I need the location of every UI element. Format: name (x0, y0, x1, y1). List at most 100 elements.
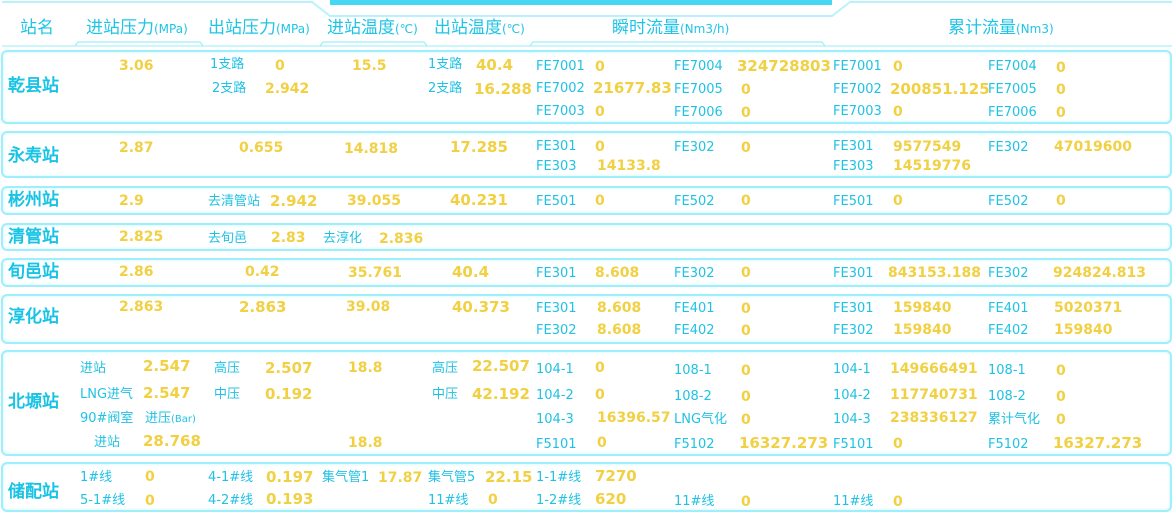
flow-value: 16327.273 (739, 434, 829, 452)
flow-value: 0 (741, 323, 751, 339)
line-label: 1#线 (80, 470, 113, 485)
flow-label: 108-2 (674, 389, 712, 404)
station-row-chupei (1, 462, 1172, 512)
flow-value: 8.608 (597, 300, 642, 316)
flow-value: 7270 (595, 467, 637, 485)
flow-label: FE302 (536, 323, 577, 338)
flow-value: 21677.83 (593, 79, 672, 97)
out-branch-label: 2支路 (212, 81, 247, 96)
flow-value: 0 (741, 494, 751, 510)
flow-value: 0 (741, 412, 751, 428)
temp-label: 中压 (432, 387, 459, 402)
cum-value: 843153.188 (888, 265, 981, 281)
cum-value: 0 (1056, 60, 1066, 76)
station-name: 永寿站 (8, 146, 59, 166)
line-value: 0.193 (266, 490, 314, 508)
cum-label: 104-2 (833, 388, 871, 403)
line-value: 0 (145, 493, 155, 509)
flow-label: FE7004 (674, 59, 723, 74)
cum-value: 0 (1056, 82, 1066, 98)
flow-label: 108-1 (674, 363, 712, 378)
out-value: 2.507 (265, 359, 313, 377)
cum-value: 14519776 (893, 158, 971, 174)
in-temp-value: 18.8 (348, 360, 383, 376)
station-row-qingguan (1, 223, 1172, 251)
flow-label: FE301 (536, 139, 577, 154)
in-sub-label: 进压(Bar) (145, 411, 196, 426)
flow-value: 0 (741, 265, 751, 281)
cum-value: 200851.125 (890, 80, 990, 98)
in-value: 2.547 (143, 357, 191, 375)
temp-label: 高压 (432, 361, 459, 376)
in-temp-value: 18.8 (348, 435, 383, 451)
cum-label: FE7001 (833, 59, 882, 74)
flow-value: 14133.8 (597, 158, 661, 174)
header-in-temp: 进站温度(℃) (327, 18, 418, 38)
flow-label: FE7003 (536, 104, 585, 119)
in-pressure-value: 3.06 (119, 58, 154, 74)
in-temp-value: 39.08 (346, 299, 391, 315)
out-branch-value: 2.83 (271, 230, 306, 246)
cum-value: 117740731 (890, 387, 978, 403)
flow-value: 0 (597, 435, 607, 451)
flow-label: FE301 (536, 266, 577, 281)
cum-value: 0 (893, 59, 903, 75)
flow-value: 0 (741, 389, 751, 405)
flow-value: 0 (595, 193, 605, 209)
flow-value: 0 (595, 139, 605, 155)
out-branch-value: 2.942 (265, 81, 310, 97)
cum-label: FE301 (833, 301, 874, 316)
cum-value: 0 (893, 436, 903, 452)
cum-label: FE7003 (833, 104, 882, 119)
cum-value: 0 (1056, 412, 1066, 428)
flow-value: 0 (741, 193, 751, 209)
out-temp-value: 40.373 (452, 298, 510, 316)
flow-label: LNG气化 (674, 412, 728, 427)
out-pressure-value: 0.42 (245, 264, 280, 280)
flow-value: 0 (595, 104, 605, 120)
out-branch-value: 2.942 (270, 192, 318, 210)
line-label: 4-2#线 (208, 493, 254, 508)
flow-value: 0 (741, 363, 751, 379)
in-pressure-value: 2.86 (119, 264, 154, 280)
cum-label: 104-1 (833, 362, 871, 377)
flow-value: 0 (741, 82, 751, 98)
flow-label: FE7005 (674, 82, 723, 97)
cum-value: 5020371 (1054, 300, 1123, 316)
in-value: 28.768 (143, 432, 201, 450)
cum-label: FE7006 (988, 105, 1037, 120)
flow-label: FE402 (674, 323, 715, 338)
manifold-value: 22.15 (485, 468, 533, 486)
flow-value: 324728803 (737, 57, 831, 75)
flow-label: FE401 (674, 301, 715, 316)
flow-value: 0 (741, 301, 751, 317)
cum-value: 0 (893, 193, 903, 209)
out-temp-value: 40.231 (450, 191, 508, 209)
cum-label: 108-2 (988, 389, 1026, 404)
cum-label: F5101 (833, 437, 874, 452)
cum-label: FE7005 (988, 82, 1037, 97)
cum-label: FE301 (833, 266, 874, 281)
flow-label: 11#线 (674, 494, 715, 509)
flow-value: 0 (595, 387, 605, 403)
flow-label: FE303 (536, 159, 577, 174)
out-value: 0.192 (265, 385, 313, 403)
temp-value: 22.507 (472, 357, 530, 375)
line-value: 0 (145, 469, 155, 485)
flow-label: 104-1 (536, 362, 574, 377)
cum-label: FE7004 (988, 59, 1037, 74)
flow-value: 16396.57 (597, 410, 671, 426)
cum-label: FE401 (988, 301, 1029, 316)
flow-label: 1-1#线 (536, 470, 582, 485)
out-branch-label: 1支路 (210, 57, 245, 72)
in-pressure-value: 2.87 (119, 140, 154, 156)
line-value: 0 (488, 492, 498, 508)
station-name: 储配站 (8, 482, 59, 502)
cum-value: 0 (1056, 389, 1066, 405)
cum-value: 9577549 (893, 139, 962, 155)
header-inst-flow: 瞬时流量(Nm3/h) (612, 18, 730, 38)
in-temp-value: 39.055 (347, 193, 402, 209)
manifold-label: 集气管1 (322, 470, 370, 485)
flow-value: 0 (595, 360, 605, 376)
station-name: 乾县站 (8, 76, 59, 96)
